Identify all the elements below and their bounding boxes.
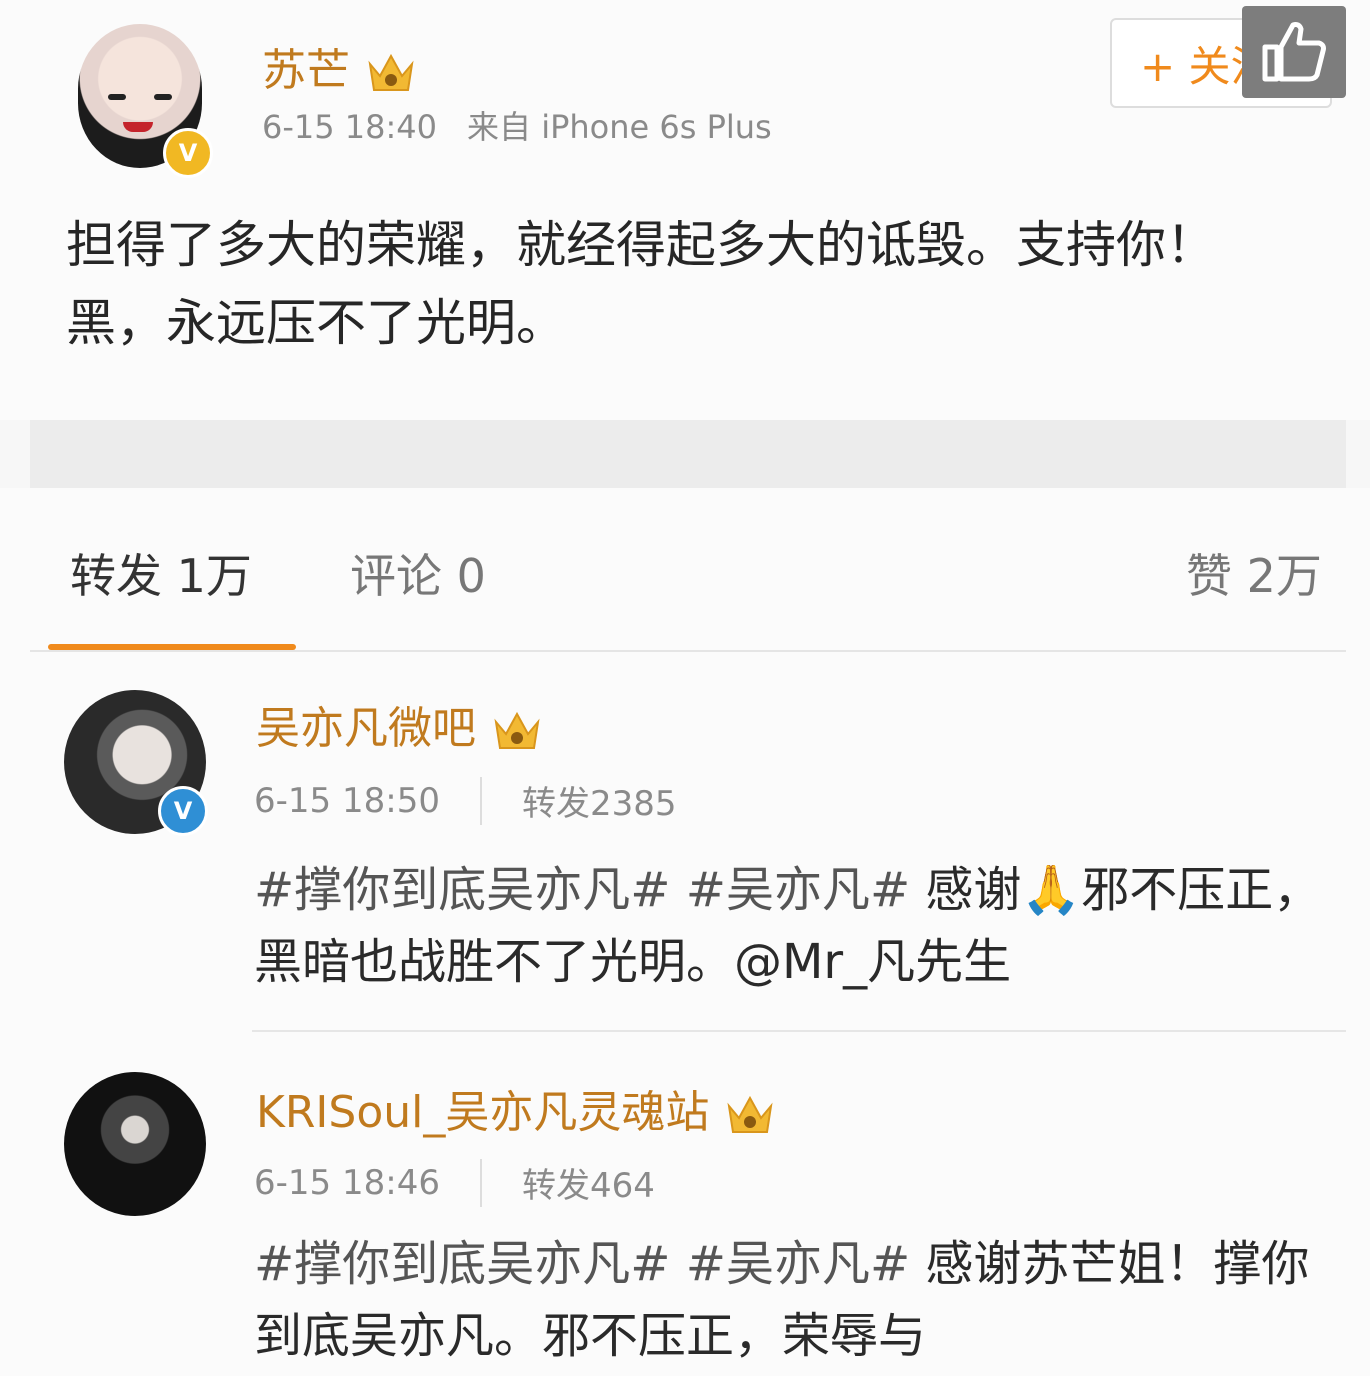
repost-time: 6-15 18:50	[254, 780, 440, 821]
list-item[interactable]: KRISoul_吴亦凡灵魂站 6-15 18:46 转发464 #撑你到底吴亦凡…	[0, 1032, 1370, 1376]
repost-avatar[interactable]	[64, 1072, 206, 1216]
tab-repost[interactable]: 转发 1万	[70, 540, 252, 606]
hashtag-link[interactable]: #吴亦凡#	[686, 1236, 910, 1292]
post-source: 来自 iPhone 6s Plus	[467, 108, 772, 146]
verified-gold-icon: V	[163, 128, 213, 178]
section-gap	[30, 420, 1346, 488]
thumbs-up-icon[interactable]	[1242, 6, 1346, 98]
author-name-text[interactable]: 苏芒	[262, 45, 350, 96]
repost-time: 6-15 18:46	[254, 1162, 440, 1203]
crown-icon	[727, 1095, 773, 1133]
repost-meta: 6-15 18:46 转发464	[254, 1158, 655, 1207]
avatar-mouth	[123, 122, 153, 132]
original-post: V 苏芒 6-15 18:40 来自 iPhone 6s Plus + 关注 担得…	[0, 0, 1370, 420]
repost-count: 转发464	[521, 1166, 655, 1206]
hashtag-link[interactable]: #撑你到底吴亦凡#	[254, 862, 670, 918]
repost-author-name-text[interactable]: KRISoul_吴亦凡灵魂站	[256, 1087, 709, 1138]
avatar-eye	[108, 94, 126, 100]
crown-icon	[368, 53, 414, 91]
list-item[interactable]: V 吴亦凡微吧 6-15 18:50 转发2385 #撑你到底吴亦凡# #吴亦凡…	[0, 652, 1370, 1032]
avatar-eye	[154, 94, 172, 100]
post-meta: 6-15 18:40 来自 iPhone 6s Plus	[262, 102, 772, 148]
hashtag-link[interactable]: #吴亦凡#	[686, 862, 910, 918]
tab-comment[interactable]: 评论 0	[350, 540, 486, 606]
author-name[interactable]: 苏芒	[262, 34, 416, 98]
repost-author-name[interactable]: KRISoul_吴亦凡灵魂站	[256, 1076, 775, 1140]
tab-like[interactable]: 赞 2万	[1186, 540, 1322, 606]
thumbs-up-glyph	[1262, 22, 1326, 82]
meta-separator	[479, 1158, 482, 1207]
meta-separator	[479, 776, 482, 825]
repost-text: #撑你到底吴亦凡# #吴亦凡# 感谢苏芒姐！撑你到底吴亦凡。邪不压正，荣辱与	[254, 1228, 1334, 1372]
post-body: 担得了多大的荣耀，就经得起多大的诋毁。支持你！黑，永远压不了光明。	[66, 216, 1216, 352]
post-time: 6-15 18:40	[262, 108, 438, 146]
repost-author-name-text[interactable]: 吴亦凡微吧	[256, 703, 476, 754]
crown-icon	[494, 711, 540, 749]
repost-meta: 6-15 18:50 转发2385	[254, 776, 677, 825]
hashtag-link[interactable]: #撑你到底吴亦凡#	[254, 1236, 670, 1292]
repost-text: #撑你到底吴亦凡# #吴亦凡# 感谢🙏邪不压正，黑暗也战胜不了光明。@Mr_凡先…	[254, 854, 1334, 998]
repost-count: 转发2385	[521, 784, 677, 824]
verified-blue-icon: V	[158, 786, 208, 836]
repost-author-name[interactable]: 吴亦凡微吧	[256, 692, 542, 756]
